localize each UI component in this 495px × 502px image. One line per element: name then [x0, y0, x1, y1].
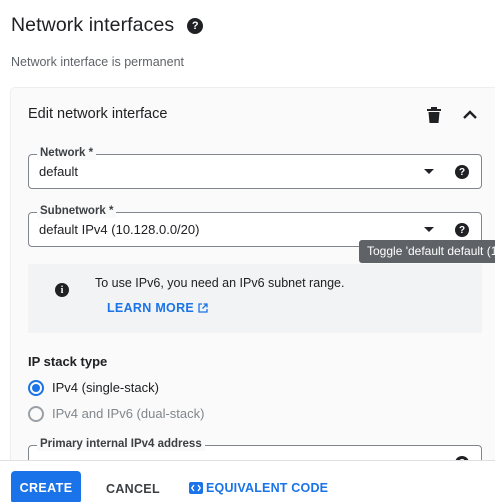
code-icon [189, 482, 203, 494]
help-icon[interactable]: ? [187, 17, 204, 34]
equivalent-code-label: EQUIVALENT CODE [206, 481, 329, 495]
external-link-icon [198, 303, 208, 313]
chevron-up-icon[interactable] [462, 108, 478, 120]
subnetwork-label: Subnetwork * [37, 204, 117, 218]
cancel-button[interactable]: CANCEL [106, 482, 160, 496]
help-icon[interactable]: ? [455, 165, 469, 179]
network-label: Network * [37, 146, 97, 160]
info-text: To use IPv6, you need an IPv6 subnet ran… [95, 276, 345, 290]
radio-ipv4-ipv6-dual-stack[interactable] [28, 406, 44, 422]
learn-more-label: LEARN MORE [107, 301, 195, 315]
trash-icon[interactable] [427, 107, 441, 123]
radio-ipv4-single-stack[interactable] [28, 380, 44, 396]
dropdown-caret-icon[interactable] [424, 227, 434, 232]
radio-label-ipv4: IPv4 (single-stack) [52, 380, 159, 395]
subnetwork-tooltip: Toggle 'default default (1 [359, 240, 495, 263]
page-title: Network interfaces [11, 14, 175, 36]
learn-more-link[interactable]: LEARN MORE [107, 301, 208, 315]
edit-network-interface-panel: Edit network interface Network * default… [11, 88, 495, 460]
equivalent-code-button[interactable]: EQUIVALENT CODE [189, 481, 328, 495]
action-bar: CREATE CANCEL EQUIVALENT CODE [0, 460, 495, 502]
primary-ipv4-label: Primary internal IPv4 address [37, 437, 205, 451]
panel-title: Edit network interface [28, 106, 168, 122]
dropdown-caret-icon[interactable] [424, 169, 434, 174]
network-value: default [39, 164, 79, 179]
primary-ipv4-address-select[interactable]: Primary internal IPv4 address ? [28, 437, 482, 460]
help-icon[interactable]: ? [455, 223, 469, 237]
page-subtitle: Network interface is permanent [11, 55, 184, 69]
ip-stack-title: IP stack type [28, 354, 108, 369]
subnetwork-value: default IPv4 (10.128.0.0/20) [39, 222, 200, 237]
radio-label-dual-stack: IPv4 and IPv6 (dual-stack) [52, 406, 205, 421]
network-select[interactable]: Network * default ? [28, 146, 482, 189]
create-button[interactable]: CREATE [11, 471, 81, 502]
info-icon: i [55, 283, 69, 297]
page-header: Network interfaces ? [11, 14, 204, 37]
ipv6-info-banner: i To use IPv6, you need an IPv6 subnet r… [28, 264, 482, 333]
